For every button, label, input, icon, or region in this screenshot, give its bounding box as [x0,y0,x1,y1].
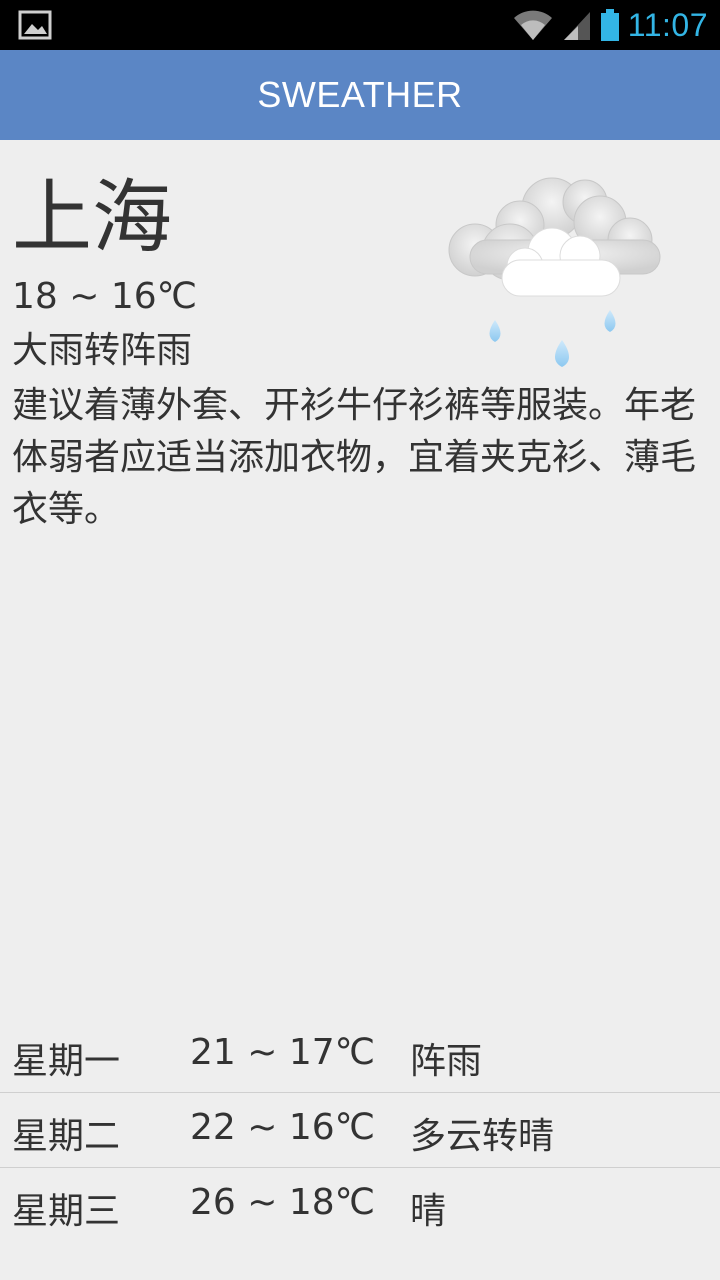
forecast-row: 星期三 26 ~ 18℃ 晴 [0,1168,720,1242]
forecast-temp: 21 ~ 17℃ [190,1032,376,1073]
status-icons: 11:07 [512,0,708,50]
forecast-condition: 多云转晴 [410,1116,555,1157]
status-bar: 11:07 [0,0,720,50]
forecast-temp: 22 ~ 16℃ [190,1107,376,1148]
forecast-day: 星期一 [12,1041,121,1082]
city-name: 上海 [12,171,172,264]
clothing-advice: 建议着薄外套、开衫牛仔衫裤等服装。年老体弱者应适当添加衣物，宜着夹克衫、薄毛衣等… [12,385,697,530]
forecast-condition: 晴 [410,1191,447,1232]
app-bar: SWEATHER [0,50,720,140]
forecast-day: 星期三 [12,1191,121,1232]
battery-icon [600,9,619,41]
weather-content: 上海 18 ~ 16℃ 大雨转阵雨 建议着薄外套、开衫牛仔衫裤等服装。年老体弱者… [0,140,720,1280]
today-condition: 大雨转阵雨 [12,330,193,371]
today-temperature: 18 ~ 16℃ [12,276,198,317]
image-notification-icon [18,10,52,40]
forecast-temp: 26 ~ 18℃ [190,1182,376,1223]
wifi-icon [513,10,552,40]
status-time: 11:07 [627,6,708,43]
cloud-rain-icon [448,177,661,367]
forecast-row: 星期二 22 ~ 16℃ 多云转晴 [0,1093,720,1168]
forecast-day: 星期二 [12,1116,121,1157]
forecast-condition: 阵雨 [410,1041,483,1082]
forecast-list: 星期一 21 ~ 17℃ 阵雨 星期二 22 ~ 16℃ 多云转晴 星期三 26… [0,1018,720,1242]
forecast-row: 星期一 21 ~ 17℃ 阵雨 [0,1018,720,1093]
app-title: SWEATHER [257,74,463,115]
signal-icon [563,12,590,40]
